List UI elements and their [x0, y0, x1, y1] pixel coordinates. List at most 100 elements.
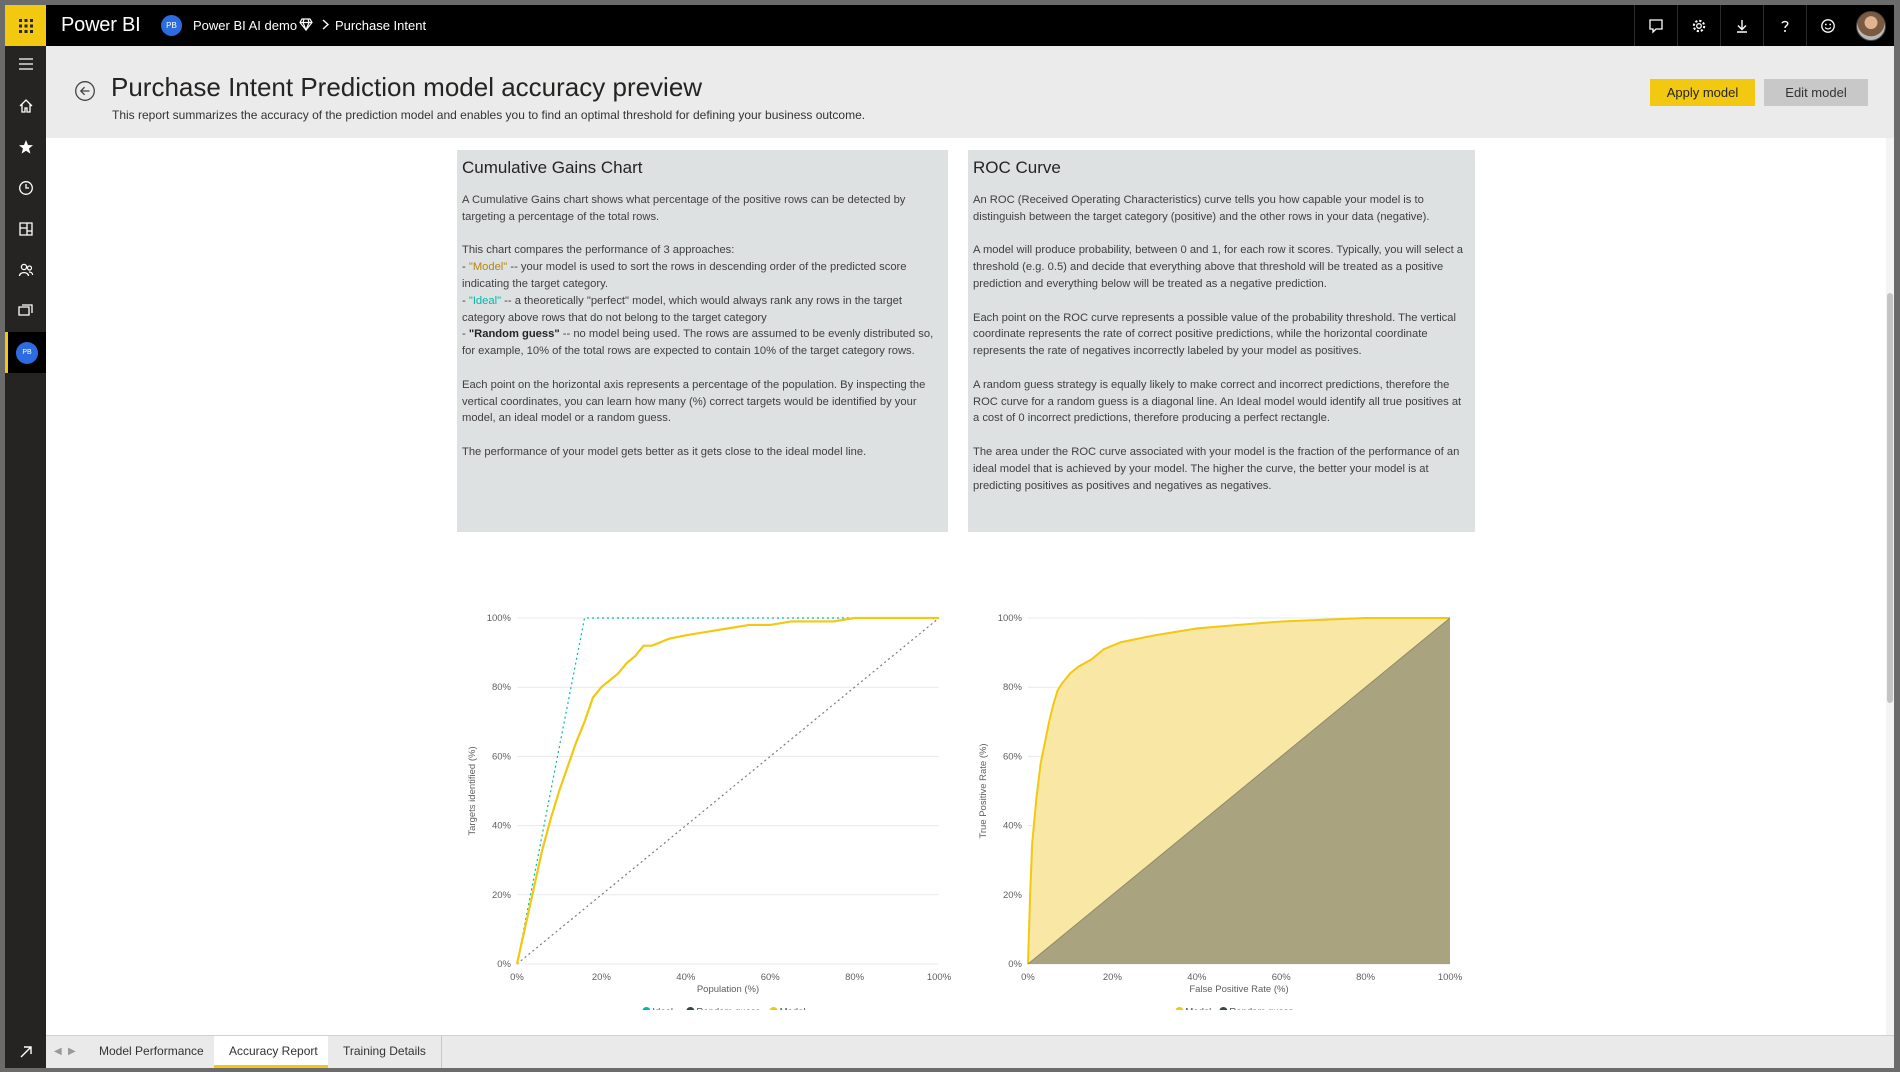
vertical-scrollbar[interactable] — [1886, 138, 1894, 1035]
app-launcher-waffle-icon[interactable] — [5, 5, 46, 46]
legend-marker — [642, 1007, 651, 1010]
page-subtitle: This report summarizes the accuracy of t… — [112, 108, 866, 122]
x-tick-label: 20% — [1103, 972, 1123, 983]
y-tick-label: 100% — [487, 613, 512, 624]
page-title: Purchase Intent Prediction model accurac… — [111, 72, 703, 102]
nav-favorites-star-icon[interactable] — [5, 129, 46, 165]
card-text: -- a theoretically "perfect" model, whic… — [462, 294, 902, 324]
y-tick-label: 20% — [492, 890, 512, 901]
x-tick-label: 20% — [592, 972, 612, 983]
card-title: Cumulative Gains Chart — [462, 158, 643, 177]
back-arrow-icon[interactable] — [74, 80, 96, 102]
nav-menu-icon[interactable] — [5, 46, 46, 82]
model-term: "Model" — [468, 261, 508, 274]
left-navigation-pane: PB — [5, 46, 46, 1068]
x-axis-title: Population (%) — [697, 984, 759, 995]
user-avatar[interactable] — [1856, 11, 1886, 41]
page-tab-bar: ◀ ▶ Model Performance Accuracy Report Tr… — [46, 1035, 1894, 1068]
card-paragraph: A model will produce probability, betwee… — [973, 244, 1464, 290]
x-tick-label: 100% — [1438, 972, 1463, 983]
breadcrumb-workspace[interactable]: Power BI AI demo — [193, 18, 297, 33]
y-tick-label: 40% — [492, 821, 512, 832]
cumulative-gains-chart[interactable]: 0% 20% 40% 60% 80% 100% 0% 20% 40% 60% 80% 100% Popu… — [457, 578, 1012, 1010]
card-paragraph: Each point on the ROC curve represents a… — [973, 311, 1456, 358]
y-tick-label: 60% — [1003, 751, 1023, 762]
ideal-term: "Ideal" — [468, 294, 502, 307]
settings-gear-icon[interactable] — [1677, 5, 1720, 46]
x-tick-label: 0% — [1021, 972, 1035, 983]
card-paragraph: Each point on the horizontal axis repres… — [462, 378, 926, 425]
card-paragraph: The performance of your model gets bette… — [462, 445, 867, 458]
legend-marker — [1175, 1007, 1184, 1010]
scrollbar-thumb[interactable] — [1887, 293, 1893, 703]
tab-scroll-left-icon[interactable]: ◀ — [54, 1046, 62, 1057]
expand-arrow-icon[interactable] — [5, 1035, 46, 1068]
legend-label: Ideal — [652, 1007, 673, 1011]
roc-curve-description-card: ROC Curve An ROC (Received Operating Cha… — [968, 150, 1475, 532]
power-bi-window: Power BI PB Power BI AI demo Purchase In… — [5, 5, 1894, 1068]
card-body: An ROC (Received Operating Characteristi… — [973, 192, 1470, 494]
legend-marker — [769, 1007, 778, 1010]
tab-model-performance[interactable]: Model Performance — [84, 1036, 220, 1068]
x-tick-label: 40% — [1187, 972, 1207, 983]
breadcrumb-chevron-icon — [322, 19, 330, 30]
y-axis-title: Targets identified (%) — [467, 746, 478, 835]
roc-curve-chart[interactable]: 0% 20% 40% 60% 80% 100% 0% 20% 40% 60% 80% 100% Fals… — [968, 578, 1523, 1010]
workspace-avatar: PB — [161, 15, 182, 36]
notifications-icon[interactable] — [1634, 5, 1677, 46]
card-body: A Cumulative Gains chart shows what perc… — [462, 192, 943, 461]
approaches-list: This chart compares the performance of 3… — [462, 242, 943, 360]
help-icon[interactable] — [1763, 5, 1806, 46]
top-bar: Power BI PB Power BI AI demo Purchase In… — [5, 5, 1894, 46]
nav-current-workspace[interactable]: PB — [5, 332, 46, 373]
legend-label: Model — [1185, 1007, 1211, 1011]
card-paragraph: The area under the ROC curve associated … — [973, 445, 1460, 492]
card-text: - — [462, 261, 469, 274]
legend-label: Random guess — [696, 1007, 760, 1011]
x-tick-label: 80% — [1356, 972, 1376, 983]
nav-recent-clock-icon[interactable] — [5, 170, 46, 206]
feedback-smiley-icon[interactable] — [1806, 5, 1849, 46]
nav-apps-icon[interactable] — [5, 211, 46, 247]
card-text: -- your model is used to sort the rows i… — [462, 261, 907, 290]
x-tick-label: 60% — [1272, 972, 1292, 983]
tab-accuracy-report[interactable]: Accuracy Report — [214, 1036, 334, 1068]
y-axis-title: True Positive Rate (%) — [978, 743, 989, 838]
x-tick-label: 0% — [510, 972, 524, 983]
x-tick-label: 60% — [761, 972, 781, 983]
tab-scroll-right-icon[interactable]: ▶ — [68, 1046, 76, 1057]
y-tick-label: 60% — [492, 751, 512, 762]
apply-model-button[interactable]: Apply model — [1650, 79, 1755, 106]
x-tick-label: 100% — [927, 972, 952, 983]
card-text: - — [462, 328, 469, 341]
report-canvas: Cumulative Gains Chart A Cumulative Gain… — [46, 138, 1894, 1035]
card-text: - — [462, 294, 469, 307]
legend-label: Model — [780, 1007, 806, 1011]
y-tick-label: 20% — [1003, 890, 1023, 901]
tab-training-details[interactable]: Training Details — [328, 1036, 442, 1068]
y-tick-label: 40% — [1003, 821, 1023, 832]
legend-marker — [686, 1007, 695, 1010]
cumulative-gains-description-card: Cumulative Gains Chart A Cumulative Gain… — [457, 150, 948, 532]
legend-label: Random guess — [1229, 1007, 1293, 1011]
y-tick-label: 0% — [497, 959, 511, 970]
nav-home-icon[interactable] — [5, 88, 46, 124]
card-paragraph: A Cumulative Gains chart shows what perc… — [462, 194, 906, 223]
card-paragraph: An ROC (Received Operating Characteristi… — [973, 194, 1430, 223]
download-icon[interactable] — [1720, 5, 1763, 46]
nav-workspaces-icon[interactable] — [5, 293, 46, 329]
edit-model-button[interactable]: Edit model — [1764, 79, 1868, 106]
x-tick-label: 80% — [845, 972, 865, 983]
random-guess-line — [516, 617, 940, 965]
breadcrumb-current-page[interactable]: Purchase Intent — [335, 18, 426, 33]
y-tick-label: 100% — [998, 613, 1023, 624]
y-tick-label: 0% — [1008, 959, 1022, 970]
y-tick-label: 80% — [1003, 682, 1023, 693]
card-title: ROC Curve — [973, 158, 1061, 177]
brand-title[interactable]: Power BI — [61, 14, 141, 37]
nav-shared-with-me-icon[interactable] — [5, 252, 46, 288]
legend-marker — [1219, 1007, 1228, 1010]
random-guess-term: "Random guess" — [468, 328, 560, 341]
report-header: Purchase Intent Prediction model accurac… — [46, 46, 1894, 138]
workspace-avatar-small: PB — [16, 341, 38, 364]
